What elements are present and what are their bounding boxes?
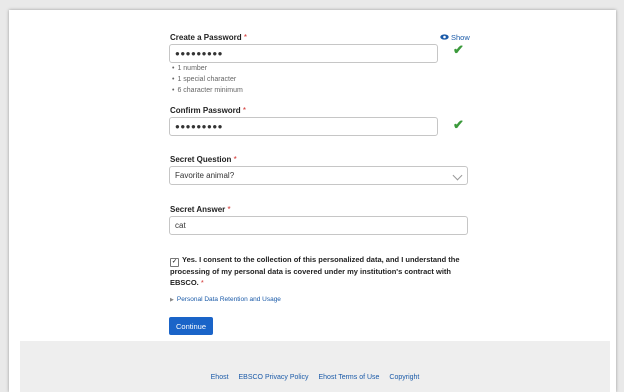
secret-question-select[interactable]: Favorite animal? (169, 166, 468, 185)
rule-item: 1 number (172, 63, 243, 74)
secret-question-label: Secret Question * (170, 155, 237, 164)
continue-button[interactable]: Continue (169, 317, 213, 335)
confirm-password-field[interactable]: ●●●●●●●●● (169, 117, 438, 136)
retention-link[interactable]: ▶ Personal Data Retention and Usage (170, 296, 281, 303)
form-card (9, 10, 616, 392)
consent-block: ✓ Yes. I consent to the collection of thi… (170, 255, 460, 287)
footer-link-privacy[interactable]: EBSCO Privacy Policy (239, 374, 309, 381)
consent-text: Yes. I consent to the collection of this… (170, 255, 460, 287)
secret-answer-label: Secret Answer * (170, 205, 231, 214)
secret-answer-field[interactable]: cat (169, 216, 468, 235)
password-label: Create a Password * (170, 33, 247, 42)
footer: Ehost EBSCO Privacy Policy Ehost Terms o… (20, 341, 610, 392)
confirm-valid-check-icon: ✔ (453, 117, 464, 132)
confirm-password-label: Confirm Password * (170, 106, 247, 115)
password-valid-check-icon: ✔ (453, 42, 464, 57)
chevron-down-icon (452, 170, 463, 181)
footer-link-ehost[interactable]: Ehost (211, 374, 229, 381)
eye-icon (440, 33, 449, 42)
show-password-toggle[interactable]: Show (440, 33, 470, 42)
rule-item: 6 character minimum (172, 85, 242, 96)
footer-link-copyright[interactable]: Copyright (389, 374, 419, 381)
password-field[interactable]: ●●●●●●●●● (169, 44, 438, 63)
caret-right-icon: ▶ (170, 297, 174, 303)
footer-link-terms[interactable]: Ehost Terms of Use (318, 374, 379, 381)
consent-checkbox[interactable]: ✓ (170, 258, 179, 267)
rule-item: 1 special character (172, 74, 243, 85)
password-rules: 1 number 1 special character 6 character… (172, 63, 243, 96)
